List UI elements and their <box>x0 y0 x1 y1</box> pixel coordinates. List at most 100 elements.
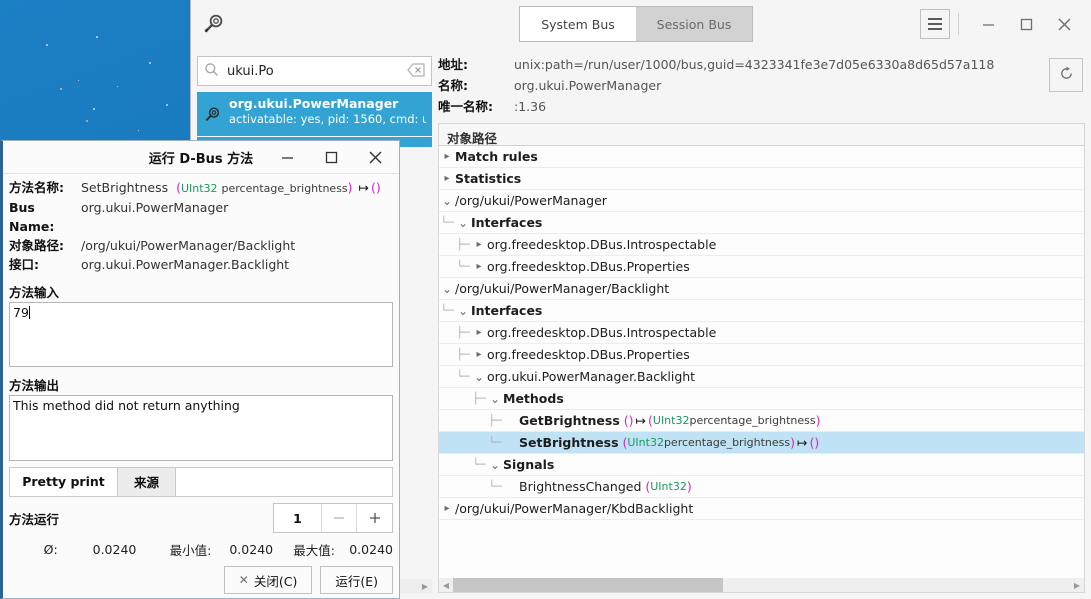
tree-row[interactable]: └─ ⌄ Interfaces <box>439 212 1084 234</box>
search-box[interactable] <box>197 56 432 86</box>
tree-horizontal-scrollbar[interactable]: ◀ ▶ <box>439 578 1084 592</box>
chevron-right-icon[interactable]: ▸ <box>471 327 487 338</box>
tab-session-bus-label: Session Bus <box>656 16 732 32</box>
tab-session-bus[interactable]: Session Bus <box>636 7 752 41</box>
tree-row[interactable]: ├─ ▸ org.freedesktop.DBus.Introspectable <box>439 322 1084 344</box>
dialog-minimize-button[interactable] <box>265 141 309 174</box>
maximize-button[interactable] <box>1007 7 1045 41</box>
scrollbar-thumb[interactable] <box>453 578 723 592</box>
tree-row[interactable]: ▸/org/ukui/PowerManager/KbdBacklight <box>439 498 1084 520</box>
method-name-value: SetBrightness (UInt32 percentage_brightn… <box>81 178 381 198</box>
run-count-stepper[interactable]: 1 <box>273 503 393 533</box>
info-row: 名称: org.ukui.PowerManager <box>438 75 1041 96</box>
tab-source[interactable]: 来源 <box>118 467 176 496</box>
chevron-right-icon[interactable]: ▸ <box>471 261 487 272</box>
clear-icon[interactable] <box>407 62 425 80</box>
tree-row[interactable]: └─ ▸ org.freedesktop.DBus.Properties <box>439 256 1084 278</box>
method-output-label: 方法输出 <box>9 377 60 393</box>
close-button[interactable]: ✕ 关闭(C) <box>223 566 313 594</box>
object-path-value: /org/ukui/PowerManager/Backlight <box>81 238 296 253</box>
tree-row[interactable]: ├─ GetBrightness () ↦(UInt32 percentage_br… <box>439 410 1084 432</box>
chevron-down-icon[interactable]: ⌄ <box>471 371 487 383</box>
tab-pretty-print[interactable]: Pretty print <box>10 467 118 496</box>
dialog-maximize-button[interactable] <box>309 141 353 174</box>
tab-pretty-print-label: Pretty print <box>22 474 105 490</box>
control-divider <box>958 13 959 35</box>
hamburger-icon[interactable] <box>920 9 950 39</box>
chevron-down-icon[interactable]: ⌄ <box>487 459 503 471</box>
wallpaper-star <box>117 86 118 87</box>
search-input[interactable] <box>225 62 403 80</box>
tree-guide: └─ <box>488 436 502 449</box>
details-pane: 地址: unix:path=/run/user/1000/bus,guid=43… <box>438 48 1091 599</box>
signal-arg-type: UInt32 <box>650 480 687 493</box>
name-value: org.ukui.PowerManager <box>514 78 662 93</box>
scroll-right-arrow-icon[interactable]: ▶ <box>418 579 432 593</box>
tree-row-label: Statistics <box>455 171 522 186</box>
tree-row[interactable]: ├─ ▸ org.freedesktop.DBus.Properties <box>439 344 1084 366</box>
bus-tab-group[interactable]: System Bus Session Bus <box>519 6 753 42</box>
chevron-down-icon[interactable]: ⌄ <box>439 283 455 295</box>
method-name-row: 方法名称: SetBrightness (UInt32 percentage_b… <box>9 178 393 198</box>
chevron-right-icon[interactable]: ▸ <box>439 503 455 514</box>
chevron-right-icon[interactable]: ▸ <box>439 151 455 162</box>
close-button[interactable] <box>1045 7 1083 41</box>
chevron-down-icon[interactable]: ⌄ <box>487 393 503 405</box>
tree-column-header: 对象路径 <box>438 123 1085 146</box>
bus-name-label: Bus Name: <box>9 200 55 234</box>
chevron-down-icon[interactable]: ⌄ <box>455 305 471 317</box>
wallpaper-star <box>93 108 95 110</box>
execute-button[interactable]: 运行(E) <box>320 566 393 594</box>
tree-row[interactable]: └─ SetBrightness (UInt32 percentage_brigh… <box>439 432 1084 454</box>
tree-row[interactable]: ▸ Match rules <box>439 146 1084 168</box>
method-return-name: percentage_brightness <box>689 414 816 427</box>
tree-row-label: Methods <box>503 391 564 406</box>
tree-row-label: /org/ukui/PowerManager <box>455 193 607 208</box>
run-count-value[interactable]: 1 <box>274 504 322 532</box>
tabs-filler <box>176 467 392 496</box>
list-item[interactable]: org.ukui.PowerManager activatable: yes, … <box>197 92 432 136</box>
method-return-type: UInt32 <box>652 414 690 427</box>
scroll-left-arrow-icon[interactable]: ◀ <box>439 581 453 590</box>
maps-to-icon: ↦ <box>635 413 646 428</box>
chevron-down-icon[interactable]: ⌄ <box>455 217 471 229</box>
tree-row-label: BrightnessChanged <box>519 479 642 494</box>
stepper-increment-button[interactable] <box>357 504 392 532</box>
tree-row[interactable]: └─ ⌄ org.ukui.PowerManager.Backlight <box>439 366 1084 388</box>
stepper-decrement-button[interactable] <box>322 504 357 532</box>
chevron-right-icon[interactable]: ▸ <box>471 239 487 250</box>
unique-name-label: 唯一名称: <box>438 99 493 114</box>
dialog-close-button[interactable] <box>353 141 397 174</box>
tree-row[interactable]: ⌄/org/ukui/PowerManager/Backlight <box>439 278 1084 300</box>
paren-open: ( <box>641 479 651 494</box>
scroll-right-arrow-icon[interactable]: ▶ <box>1070 581 1084 590</box>
tree-row[interactable]: └─ ⌄ Signals <box>439 454 1084 476</box>
tree-row-label: org.freedesktop.DBus.Introspectable <box>487 237 717 252</box>
tree-row[interactable]: ├─ ▸ org.freedesktop.DBus.Introspectable <box>439 234 1084 256</box>
magnifier-icon <box>201 11 227 37</box>
paren-close: ) <box>347 180 353 195</box>
refresh-button[interactable] <box>1049 58 1083 92</box>
object-path-tree[interactable]: ▸ Match rules ▸ Statistics ⌄/org/ukui/PowerM… <box>438 146 1085 593</box>
method-output-value: This method did not return anything <box>13 397 240 413</box>
tree-row[interactable]: ▸ Statistics <box>439 168 1084 190</box>
tree-row[interactable]: └─ ⌄ Interfaces <box>439 300 1084 322</box>
tree-guide: ├─ <box>456 326 470 339</box>
chevron-right-icon[interactable]: ▸ <box>439 173 455 184</box>
method-arg-type: UInt32 <box>180 182 218 195</box>
tree-row[interactable]: ├─ ⌄ Methods <box>439 388 1084 410</box>
tree-row-label: org.freedesktop.DBus.Introspectable <box>487 325 717 340</box>
tree-row[interactable]: └─ BrightnessChanged (UInt32) <box>439 476 1084 498</box>
chevron-down-icon[interactable]: ⌄ <box>439 195 455 207</box>
min-value: 0.0240 <box>229 542 274 557</box>
output-view-tabs[interactable]: Pretty print 来源 <box>9 466 393 497</box>
interface-value: org.ukui.PowerManager.Backlight <box>81 257 290 272</box>
address-label: 地址: <box>438 57 468 72</box>
method-input-field[interactable]: 79 <box>9 302 393 367</box>
chevron-right-icon[interactable]: ▸ <box>471 349 487 360</box>
interface-label: 接口: <box>9 257 39 272</box>
tree-row-label: org.freedesktop.DBus.Properties <box>487 347 690 362</box>
minimize-button[interactable] <box>969 7 1007 41</box>
tree-row[interactable]: ⌄/org/ukui/PowerManager <box>439 190 1084 212</box>
tab-system-bus[interactable]: System Bus <box>520 7 636 41</box>
